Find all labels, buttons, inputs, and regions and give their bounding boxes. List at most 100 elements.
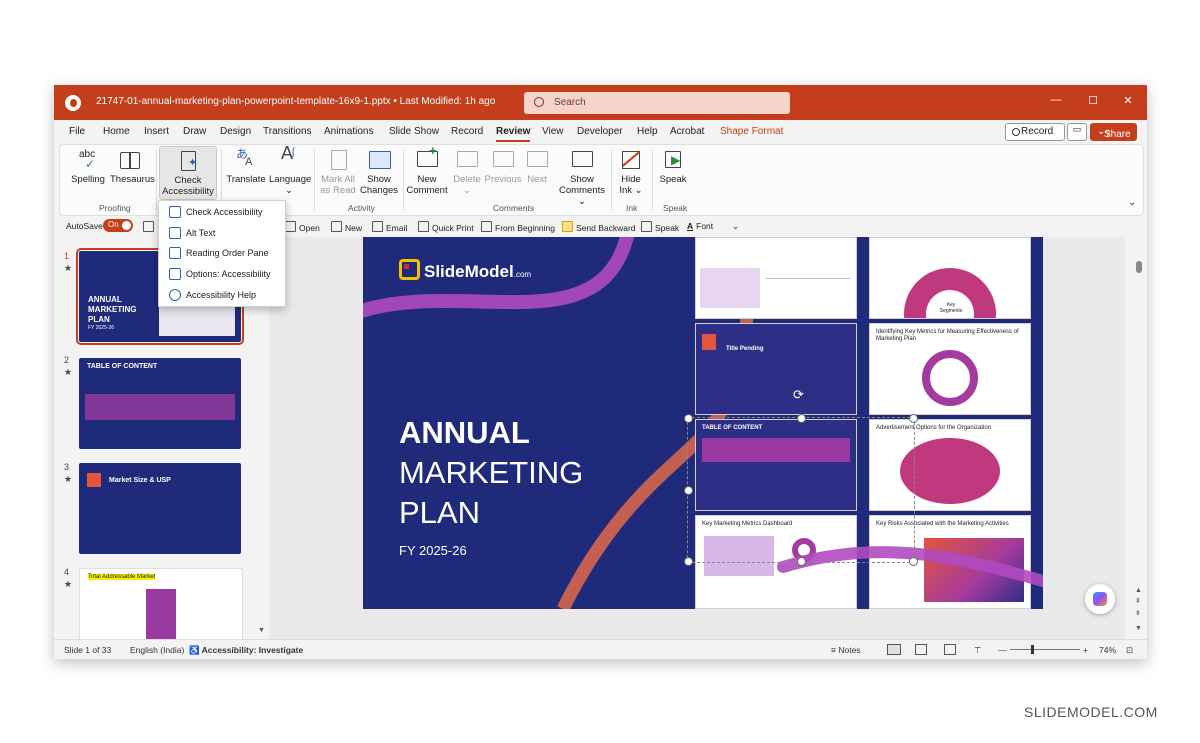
rotate-handle-icon[interactable]: ⟳ (793, 387, 804, 403)
email-icon (372, 221, 383, 232)
tab-draw[interactable]: Draw (183, 126, 206, 137)
tab-animations[interactable]: Animations (324, 126, 373, 137)
menu-item-alt-text[interactable]: Alt Text (159, 223, 285, 243)
speak-button[interactable]: ▶ Speak (657, 149, 689, 185)
accessibility-person-icon: ♿ (189, 645, 200, 655)
scroll-down-arrow-icon[interactable]: ▼ (258, 627, 265, 634)
check-accessibility-label-1: Check (174, 175, 202, 186)
resize-handle[interactable] (909, 557, 918, 566)
current-slide[interactable]: SlideModel.com ANNUAL MARKETING PLAN FY … (363, 237, 1043, 609)
qat-font[interactable]: A Font (687, 221, 713, 231)
page-down-icon[interactable]: ⇟ (1135, 609, 1141, 617)
tab-home[interactable]: Home (103, 126, 130, 137)
menu-item-options-accessibility[interactable]: Options: Accessibility (159, 264, 285, 284)
spelling-icon: abc ✓ (79, 149, 96, 171)
menu-item-reading-order-pane[interactable]: Reading Order Pane (159, 243, 285, 263)
thumbnail-title: ANNUAL MARKETING PLAN (88, 295, 137, 324)
show-comments-button[interactable]: Show Comments ⌄ (558, 149, 606, 207)
resize-handle[interactable] (684, 414, 693, 423)
record-button[interactable]: Record (1005, 123, 1065, 141)
tab-record[interactable]: Record (451, 126, 483, 137)
tab-review[interactable]: Review (496, 126, 531, 142)
close-button[interactable]: ✕ (1118, 94, 1138, 107)
zoom-in-icon[interactable]: + (1083, 645, 1088, 655)
selection-box[interactable] (687, 417, 915, 563)
next-comment-button[interactable]: Next (522, 149, 552, 185)
fit-to-window-icon[interactable]: ⊡ (1126, 645, 1133, 656)
tab-transitions[interactable]: Transitions (263, 126, 312, 137)
share-button[interactable]: ⇪ Share ⌄ (1090, 123, 1137, 141)
qat-email[interactable]: Email (372, 221, 407, 233)
resize-handle[interactable] (797, 557, 806, 566)
thumbnail-title: TABLE OF CONTENT (87, 363, 158, 370)
previous-comment-button[interactable]: Previous (484, 149, 522, 185)
tab-view[interactable]: View (542, 126, 564, 137)
qat-font-label: Font (696, 221, 714, 231)
spelling-button[interactable]: abc ✓ Spelling (71, 149, 105, 185)
page-up-icon[interactable]: ⇞ (1135, 597, 1141, 605)
language-status[interactable]: English (India) (130, 645, 184, 655)
hide-ink-button[interactable]: Hide Ink ⌄ (616, 149, 646, 196)
scrollbar-thumb[interactable] (1136, 261, 1142, 273)
maximize-button[interactable]: ☐ (1083, 94, 1103, 107)
zoom-slider[interactable] (1010, 649, 1080, 650)
slide-sorter-icon[interactable] (915, 644, 927, 655)
tab-shape-format[interactable]: Shape Format (720, 126, 783, 137)
slide-thumbnail-2[interactable]: TABLE OF CONTENT (79, 358, 241, 449)
tab-design[interactable]: Design (220, 126, 251, 137)
resize-handle[interactable] (684, 557, 693, 566)
powerpoint-logo-icon (65, 95, 81, 111)
accessibility-status[interactable]: ♿ Accessibility: Investigate (189, 645, 303, 656)
qat-new[interactable]: New (331, 221, 362, 233)
show-changes-button[interactable]: Show Changes (359, 149, 399, 196)
comments-button[interactable]: ▭ (1067, 123, 1087, 141)
share-text: Share (1104, 129, 1131, 140)
resize-handle[interactable] (684, 486, 693, 495)
canvas-scrollbar[interactable]: ▲ ⇞ ⇟ ▼ (1132, 237, 1147, 639)
qat-send-backward[interactable]: Send Backward (562, 221, 636, 233)
qat-open[interactable]: Open (285, 221, 320, 233)
accessibility-icon: ✦ (177, 150, 199, 172)
customize-qat-chevron-icon[interactable]: ⌄ (732, 221, 739, 232)
thesaurus-button[interactable]: Thesaurus (110, 149, 155, 185)
translate-button[interactable]: あA Translate (226, 148, 266, 185)
tab-file[interactable]: File (69, 126, 85, 137)
slide-thumbnail-4[interactable]: Total Addressable Market (79, 568, 243, 639)
slideshow-icon (481, 221, 492, 232)
hide-ink-label-2: Ink ⌄ (616, 185, 646, 196)
menu-item-accessibility-help[interactable]: Accessibility Help (159, 285, 285, 305)
check-accessibility-button[interactable]: ✦ Check Accessibility ⌄ (159, 146, 217, 208)
zoom-level[interactable]: 74% (1099, 645, 1116, 655)
slide-thumbnail-3[interactable]: Market Size & USP (79, 463, 241, 554)
tab-acrobat[interactable]: Acrobat (670, 126, 704, 137)
reading-view-icon[interactable] (944, 644, 956, 655)
delete-comment-button[interactable]: Delete ⌄ (450, 149, 484, 196)
autosave-toggle[interactable]: On (103, 219, 133, 232)
scroll-down-arrow-icon[interactable]: ▼ (1135, 625, 1142, 632)
mark-all-as-read-button[interactable]: Mark All as Read (319, 149, 357, 196)
search-box[interactable]: Search (524, 92, 790, 114)
language-button[interactable]: Aʃ Language ⌄ (269, 144, 311, 196)
tab-insert[interactable]: Insert (144, 126, 169, 137)
menu-item-check-accessibility[interactable]: Check Accessibility (159, 202, 285, 222)
notes-button[interactable]: ≡ Notes (831, 645, 861, 655)
zoom-out-icon[interactable]: — (998, 645, 1007, 655)
zoom-slider-thumb[interactable] (1031, 645, 1034, 654)
save-icon[interactable] (143, 221, 157, 233)
normal-view-icon[interactable] (887, 644, 901, 655)
qat-from-beginning[interactable]: From Beginning (481, 221, 555, 233)
qat-quick-print[interactable]: Quick Print (418, 221, 474, 233)
show-comments-text: Comments (559, 185, 605, 196)
tab-help[interactable]: Help (637, 126, 658, 137)
minimize-button[interactable]: — (1046, 94, 1066, 106)
tab-developer[interactable]: Developer (577, 126, 623, 137)
scroll-up-arrow-icon[interactable]: ▲ (1135, 587, 1142, 594)
tab-slide-show[interactable]: Slide Show (389, 126, 439, 137)
resize-handle[interactable] (909, 414, 918, 423)
copilot-icon[interactable] (1085, 584, 1115, 614)
qat-speak[interactable]: Speak (641, 221, 679, 233)
resize-handle[interactable] (797, 414, 806, 423)
new-comment-button[interactable]: + New Comment (406, 144, 448, 196)
collapse-ribbon-chevron-icon[interactable]: ⌄ (1128, 197, 1136, 208)
slideshow-view-icon[interactable]: ⊤ (974, 645, 981, 656)
